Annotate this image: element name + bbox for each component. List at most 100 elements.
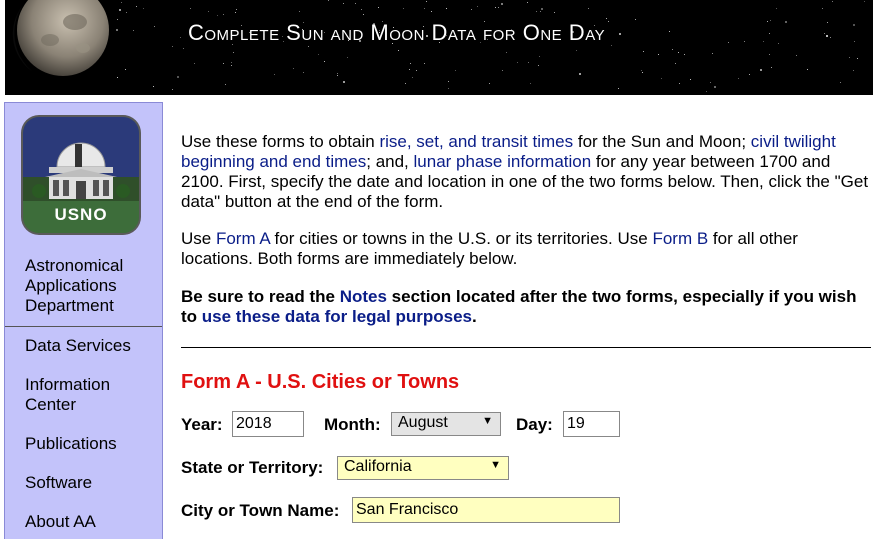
day-label: Day: [516, 415, 553, 434]
star [217, 15, 219, 17]
star [711, 52, 713, 54]
star [274, 73, 276, 75]
star [412, 77, 414, 79]
sidebar-item-information-center[interactable]: Information Center [25, 375, 160, 415]
year-input[interactable] [232, 411, 304, 437]
legal-purposes-link[interactable]: use these data for legal purposes [202, 307, 472, 326]
text: for the Sun and Moon; [573, 132, 751, 151]
star [540, 11, 542, 13]
star [489, 83, 491, 85]
star [233, 51, 235, 53]
star [494, 7, 496, 9]
star [825, 35, 828, 38]
rise-set-transit-link[interactable]: rise, set, and transit times [379, 132, 573, 151]
state-select-value: California [344, 458, 412, 475]
star [236, 8, 238, 10]
star [235, 12, 237, 14]
star [500, 3, 503, 6]
star [770, 19, 772, 21]
star [769, 54, 771, 56]
text: ; and, [366, 152, 414, 171]
star [575, 49, 577, 51]
star [397, 49, 399, 51]
text: Be sure to read the [181, 287, 340, 306]
star [769, 32, 771, 34]
star [299, 11, 300, 13]
form-b-link[interactable]: Form B [652, 229, 708, 248]
star [762, 40, 764, 42]
star [541, 7, 544, 10]
star [610, 45, 612, 47]
state-select[interactable]: California ▼ [337, 456, 509, 480]
star [516, 62, 518, 64]
star [292, 68, 294, 70]
star [678, 83, 680, 85]
star [634, 18, 636, 20]
star [404, 83, 406, 85]
star [606, 17, 608, 19]
star [760, 68, 763, 71]
star [182, 47, 184, 49]
star [743, 41, 745, 43]
star [342, 81, 345, 84]
star [767, 21, 769, 23]
star [501, 70, 503, 72]
star [408, 69, 410, 71]
day-input[interactable] [563, 411, 620, 437]
star [830, 37, 832, 39]
star [852, 24, 855, 27]
star [303, 71, 305, 73]
text: for cities or towns in the U.S. or its t… [269, 229, 653, 248]
notes-link[interactable]: Notes [340, 287, 387, 306]
moon-icon [12, 0, 109, 76]
star [675, 63, 677, 65]
star [795, 55, 797, 57]
department-name: Astronomical Applications Department [25, 256, 124, 315]
star [431, 11, 433, 13]
usno-logo[interactable]: USNO [23, 117, 139, 233]
lunar-phase-link[interactable]: lunar phase information [414, 152, 592, 171]
star [527, 1, 529, 3]
star [403, 8, 405, 9]
star [120, 1, 122, 3]
star [826, 22, 828, 24]
star [642, 51, 644, 53]
star [535, 10, 537, 12]
star [425, 0, 427, 2]
star [554, 12, 556, 14]
star [445, 8, 447, 10]
month-select[interactable]: August ▼ [391, 412, 501, 436]
star [424, 62, 426, 64]
star [506, 52, 508, 54]
star [823, 32, 825, 34]
star [172, 45, 174, 47]
logo-text: USNO [54, 205, 108, 224]
star [470, 8, 472, 10]
star [416, 69, 418, 71]
star [848, 57, 850, 59]
star [770, 66, 772, 68]
star [336, 74, 338, 76]
star [640, 70, 642, 72]
star [785, 21, 788, 24]
sidebar-item-software[interactable]: Software [25, 473, 160, 493]
star [318, 54, 320, 56]
star [354, 2, 356, 4]
star [448, 87, 450, 89]
star [230, 65, 232, 67]
star [537, 64, 539, 66]
star [709, 82, 711, 84]
star [133, 29, 135, 31]
sidebar-item-about-aa[interactable]: About AA [25, 512, 160, 532]
star [714, 85, 717, 88]
sidebar-item-publications[interactable]: Publications [25, 434, 160, 454]
star [124, 68, 126, 70]
month-select-value: August [398, 414, 448, 431]
star [832, 0, 834, 2]
city-input[interactable] [352, 497, 620, 523]
form-a-link[interactable]: Form A [216, 229, 270, 248]
star [361, 9, 363, 11]
star [689, 78, 691, 80]
sidebar-item-data-services[interactable]: Data Services [25, 336, 160, 356]
star [778, 43, 780, 45]
